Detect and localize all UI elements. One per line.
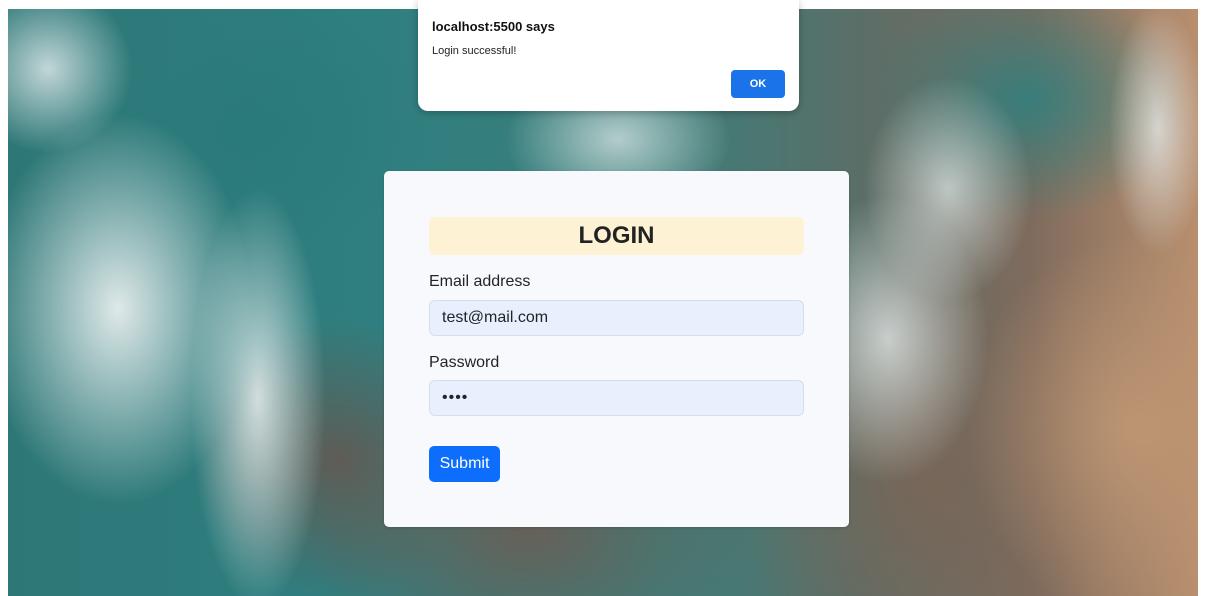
login-heading: LOGIN <box>429 217 804 255</box>
password-field[interactable] <box>429 380 804 416</box>
login-card: LOGIN Email address Password Submit <box>384 171 849 527</box>
alert-dialog: localhost:5500 says Login successful! OK <box>418 0 799 111</box>
password-label: Password <box>429 354 500 371</box>
email-field[interactable] <box>429 300 804 336</box>
email-label: Email address <box>429 273 531 290</box>
submit-button[interactable]: Submit <box>429 446 500 482</box>
alert-dialog-message: Login successful! <box>432 45 517 57</box>
alert-dialog-title: localhost:5500 says <box>432 19 555 34</box>
alert-ok-button[interactable]: OK <box>731 70 785 98</box>
